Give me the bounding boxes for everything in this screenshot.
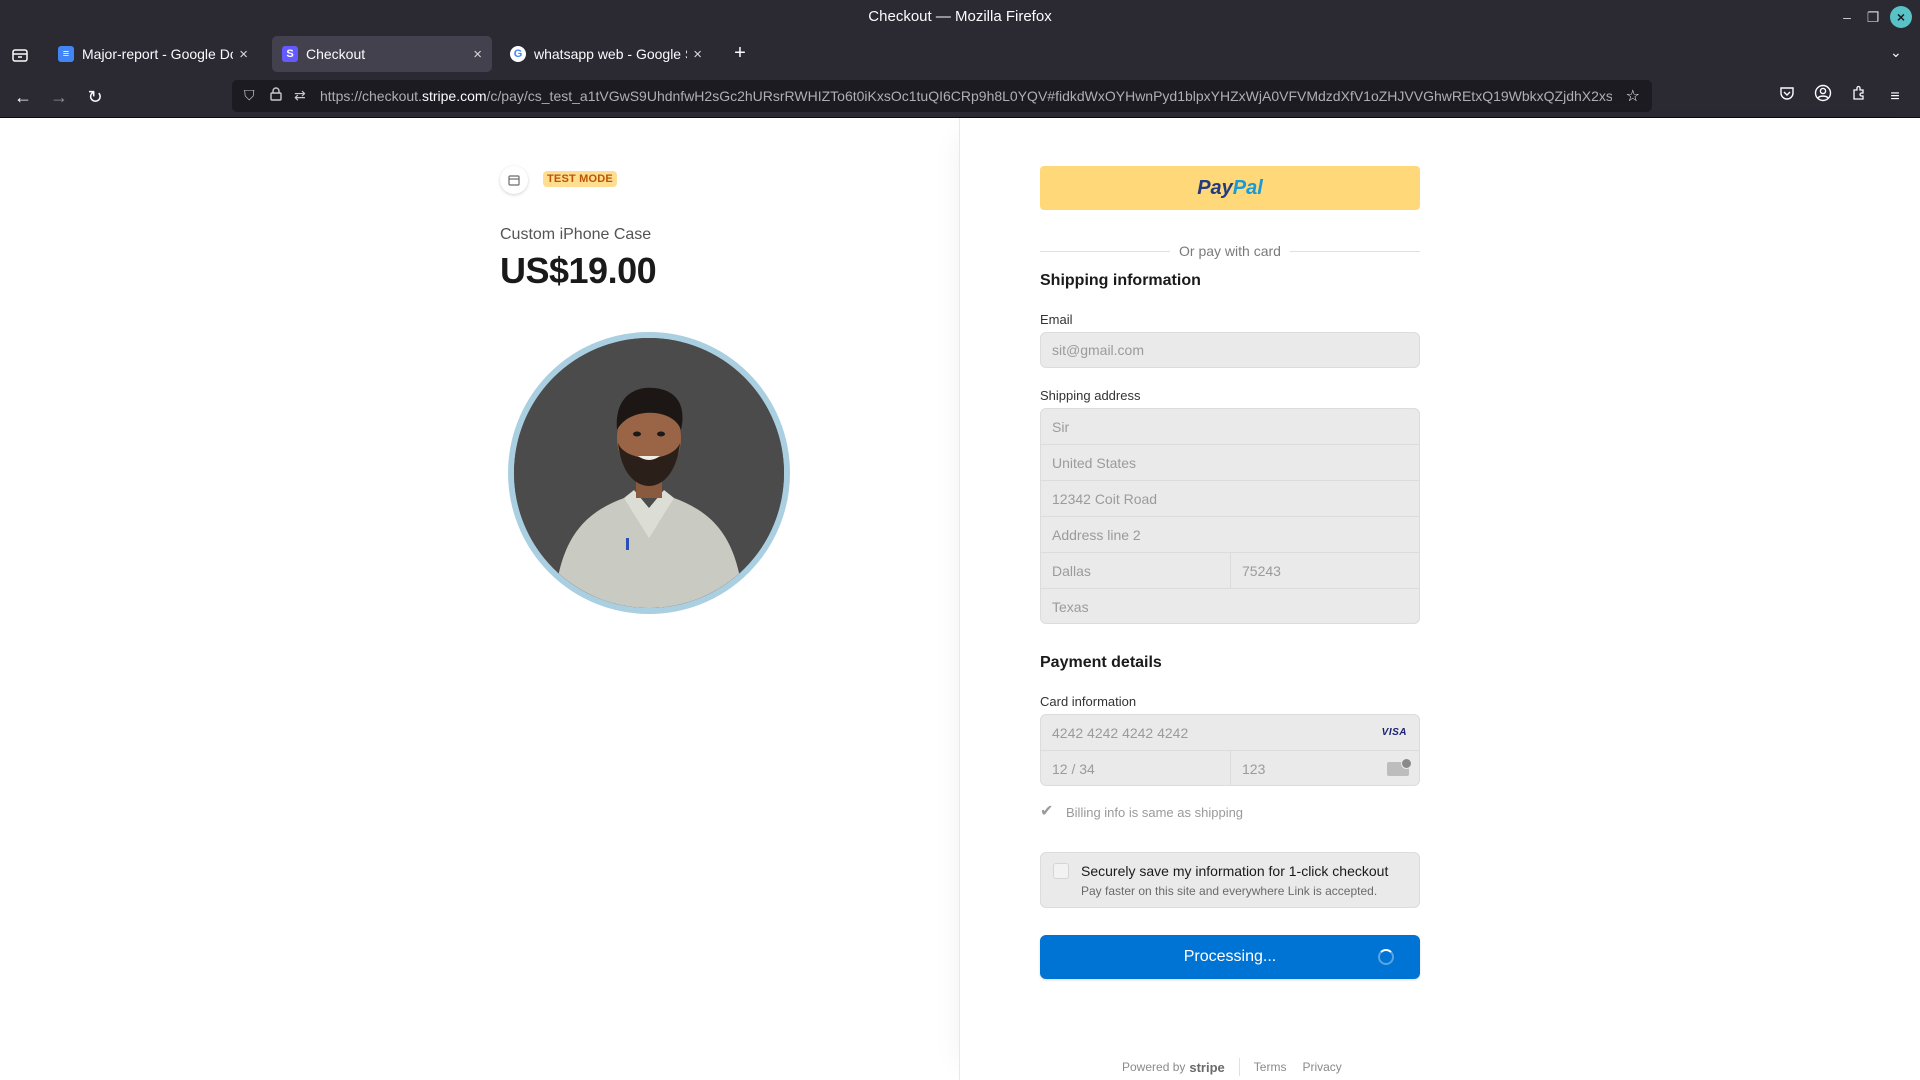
google-icon: G <box>510 46 526 62</box>
or-pay-with-card-text: Or pay with card <box>1179 243 1281 259</box>
city-field[interactable]: Dallas <box>1041 553 1231 589</box>
merchant-store-icon[interactable] <box>500 166 528 194</box>
footer-separator <box>1238 1058 1240 1076</box>
tab-bar: ≡ Major-report - Google Docs × S Checkou… <box>0 34 1920 76</box>
close-tab-icon[interactable]: × <box>239 46 248 63</box>
save-info-subtitle: Pay faster on this site and everywhere L… <box>1081 884 1378 898</box>
tab-google-docs[interactable]: ≡ Major-report - Google Docs × <box>48 36 258 72</box>
paypal-logo: PayPal <box>1197 176 1263 199</box>
name-field[interactable]: Sir <box>1041 409 1419 445</box>
cvc-card-icon <box>1387 758 1412 776</box>
cvc-field[interactable]: 123 <box>1231 751 1419 785</box>
google-docs-icon: ≡ <box>58 46 74 62</box>
country-select[interactable]: United States <box>1041 445 1419 481</box>
checkmark-icon[interactable]: ✔ <box>1040 804 1056 820</box>
url-bar[interactable]: ⛉ ⇄ https://checkout.stripe.com/c/pay/cs… <box>232 80 1652 112</box>
visa-icon: VISA <box>1381 727 1407 738</box>
product-price: US$19.00 <box>500 250 657 291</box>
expiry-cvc-row: 12 / 34 123 <box>1041 751 1419 785</box>
menu-hamburger-icon[interactable]: ≡ <box>1882 84 1908 110</box>
save-info-title: Securely save my information for 1-click… <box>1081 863 1389 879</box>
product-name: Custom iPhone Case <box>500 226 652 243</box>
permissions-icon[interactable]: ⇄ <box>294 87 306 104</box>
payment-details-title: Payment details <box>1040 654 1162 671</box>
window-title: Checkout — Mozilla Firefox <box>868 8 1052 25</box>
save-info-checkbox[interactable] <box>1053 863 1069 879</box>
panel-divider <box>959 118 960 1080</box>
product-image <box>508 332 790 614</box>
zip-field[interactable]: 75243 <box>1231 553 1419 589</box>
bookmark-star-icon[interactable]: ☆ <box>1626 86 1640 106</box>
close-tab-icon[interactable]: × <box>693 46 702 63</box>
stripe-logo[interactable]: stripe <box>1189 1060 1224 1075</box>
powered-by-text: Powered by <box>1122 1060 1186 1074</box>
expiry-field[interactable]: 12 / 34 <box>1041 751 1231 785</box>
terms-link[interactable]: Terms <box>1254 1060 1287 1074</box>
shipping-address-group: Sir United States 12342 Coit Road Addres… <box>1040 408 1420 624</box>
footer: Powered by stripe Terms Privacy <box>1122 1058 1358 1076</box>
or-divider: Or pay with card <box>1040 242 1420 262</box>
test-mode-badge: TEST MODE <box>543 171 617 187</box>
back-arrow-icon[interactable]: ← <box>10 84 36 110</box>
forward-arrow-icon[interactable]: → <box>46 84 72 110</box>
checkout-page: TEST MODE Custom iPhone Case US$19.00 Pa… <box>0 118 1920 1080</box>
person-photo-icon <box>514 338 784 608</box>
tab-google-search[interactable]: G whatsapp web - Google Sea × <box>500 36 712 72</box>
tab-label: whatsapp web - Google Sea <box>534 46 687 62</box>
tab-overview-icon[interactable] <box>10 45 30 65</box>
window-titlebar: Checkout — Mozilla Firefox – ❐ × <box>0 0 1920 34</box>
cvc-value: 123 <box>1242 761 1266 777</box>
url-text[interactable]: https://checkout.stripe.com/c/pay/cs_tes… <box>320 88 1612 104</box>
nav-bar: ← → ↻ ⛉ ⇄ https://checkout.stripe.com/c/… <box>0 76 1920 118</box>
lock-icon[interactable] <box>270 87 282 104</box>
pocket-icon[interactable] <box>1774 84 1800 110</box>
shipping-information-title: Shipping information <box>1040 272 1201 289</box>
close-tab-icon[interactable]: × <box>473 46 482 63</box>
pay-button-label: Processing... <box>1183 948 1277 965</box>
link-save-info-box[interactable]: Securely save my information for 1-click… <box>1040 852 1420 908</box>
billing-same-label: Billing info is same as shipping <box>1066 804 1244 820</box>
state-select[interactable]: Texas <box>1041 589 1419 623</box>
close-window-icon[interactable]: × <box>1890 6 1912 28</box>
minimize-icon[interactable]: – <box>1836 6 1858 28</box>
tab-label: Major-report - Google Docs <box>82 46 233 62</box>
account-icon[interactable] <box>1810 84 1836 110</box>
paypal-button[interactable]: PayPal <box>1040 166 1420 210</box>
restore-icon[interactable]: ❐ <box>1862 6 1884 28</box>
address-line2-field[interactable]: Address line 2 <box>1041 517 1419 553</box>
email-label: Email <box>1040 312 1073 327</box>
card-information-label: Card information <box>1040 694 1137 709</box>
extensions-icon[interactable] <box>1846 84 1872 110</box>
new-tab-button[interactable]: + <box>728 42 752 66</box>
tab-list-chevron-icon[interactable]: ⌄ <box>1890 44 1902 61</box>
privacy-link[interactable]: Privacy <box>1302 1060 1341 1074</box>
reload-icon[interactable]: ↻ <box>82 84 108 110</box>
loading-spinner-icon <box>1378 949 1394 965</box>
pay-button[interactable]: Processing... <box>1040 935 1420 979</box>
card-number-field[interactable]: 4242 4242 4242 4242 VISA <box>1041 715 1419 751</box>
stripe-icon: S <box>282 46 298 62</box>
tab-label: Checkout <box>306 46 366 62</box>
email-field[interactable]: sit@gmail.com <box>1040 332 1420 368</box>
card-number-value: 4242 4242 4242 4242 <box>1052 724 1189 741</box>
billing-same-checkbox-row[interactable]: ✔ Billing info is same as shipping <box>1040 802 1243 822</box>
shipping-address-label: Shipping address <box>1040 388 1141 403</box>
card-information-group: 4242 4242 4242 4242 VISA 12 / 34 123 <box>1040 714 1420 786</box>
shield-icon[interactable]: ⛉ <box>244 87 255 104</box>
tab-checkout[interactable]: S Checkout × <box>272 36 492 72</box>
address-line1-field[interactable]: 12342 Coit Road <box>1041 481 1419 517</box>
city-zip-row: Dallas 75243 <box>1041 553 1419 589</box>
